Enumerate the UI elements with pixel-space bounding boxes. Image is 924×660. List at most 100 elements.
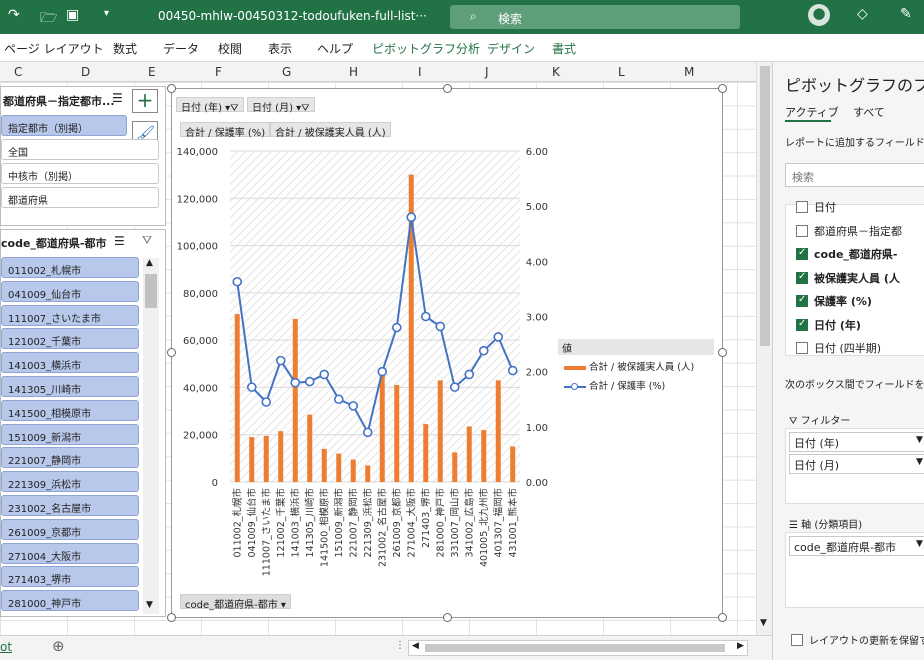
slicer-prefecture[interactable]: 都道府県－指定都市... ☰ + 🖌 指定都市（別掲） 全国 中核市（別掲） 都… — [0, 86, 166, 226]
slicer-item[interactable]: 121002_千葉市 — [1, 328, 139, 350]
tab-format[interactable]: 書式 — [552, 40, 576, 57]
open-folder-icon[interactable]: 🗁 — [40, 7, 57, 31]
more-icon[interactable]: ⋮ — [395, 640, 405, 651]
add-icon[interactable]: + — [132, 89, 158, 113]
field-list[interactable]: 日付都道府県－指定都 code_都道府県- 被保護実人員 (人保護率 (%) 日付 (… — [785, 201, 924, 356]
resize-handle[interactable] — [167, 84, 176, 93]
slicer-item[interactable]: 中核市（別掲） — [1, 163, 159, 184]
slicer-item[interactable]: 都道府県 — [1, 187, 159, 208]
field-item[interactable]: 日付 (四半期) — [796, 340, 881, 360]
filter-field-year[interactable]: 日付 (年) ▼ — [789, 432, 924, 452]
save-icon[interactable]: ▣ — [66, 7, 79, 23]
slicer-item[interactable]: 141003_横浜市 — [1, 352, 139, 374]
slicer-item[interactable]: 271004_大阪市 — [1, 542, 139, 564]
legend-item-line[interactable]: 合計 / 保護率 (%) — [564, 378, 665, 392]
column-header[interactable]: G — [282, 65, 291, 79]
slicer-item[interactable]: 041009_仙台市 — [1, 280, 139, 302]
field-checkbox[interactable] — [796, 318, 808, 331]
slicer-item[interactable]: 指定都市（別掲） — [1, 115, 127, 136]
field-item[interactable]: 被保護実人員 (人 — [796, 270, 900, 290]
scroll-up-icon[interactable]: ▲ — [146, 258, 153, 268]
column-header[interactable]: I — [418, 65, 422, 79]
resize-handle[interactable] — [167, 348, 176, 357]
slicer-item[interactable]: 271403_堺市 — [1, 566, 139, 588]
scroll-left-icon[interactable]: ◀ — [412, 641, 419, 651]
field-item[interactable]: 日付 (年) — [796, 317, 861, 337]
column-header[interactable]: E — [148, 65, 156, 79]
scroll-down-icon[interactable]: ▼ — [760, 618, 767, 628]
field-search-input[interactable]: 検索 — [785, 163, 924, 187]
column-header[interactable]: F — [215, 65, 222, 79]
multi-select-icon[interactable]: ☰ — [114, 234, 125, 248]
column-header[interactable]: J — [485, 65, 489, 79]
legend-item-bar[interactable]: 合計 / 被保護実人員 (人) — [564, 359, 694, 373]
column-header[interactable]: K — [552, 65, 560, 79]
slicer-item[interactable]: 261009_京都市 — [1, 518, 139, 540]
field-checkbox[interactable] — [796, 271, 808, 284]
tab-active[interactable]: アクティブ — [785, 104, 839, 120]
field-checkbox[interactable] — [796, 224, 808, 237]
defer-update[interactable]: レイアウトの更新を保留す — [791, 632, 924, 647]
scroll-thumb[interactable] — [760, 66, 770, 346]
slicer-code-city[interactable]: code_都道府県-都市 ☰ ⛛ 011002_札幌市 041009_仙台市 111… — [0, 229, 166, 617]
field-checkbox[interactable] — [796, 294, 808, 307]
slicer-item[interactable]: 011002_札幌市 — [1, 257, 139, 278]
multi-select-icon[interactable]: ☰ — [112, 91, 123, 105]
resize-handle[interactable] — [718, 613, 727, 622]
slicer-item[interactable]: 111007_さいたま市 — [1, 304, 139, 326]
axis-field-button[interactable]: code_都道府県-都市 ▾ — [180, 594, 291, 611]
field-item[interactable]: 都道府県－指定都 — [796, 223, 902, 243]
account-avatar-icon[interactable]: ● — [808, 4, 830, 26]
customize-toolbar-icon[interactable]: ▾ — [104, 8, 109, 19]
sheet-tab[interactable]: ot — [0, 640, 12, 654]
tab-review[interactable]: 校閲 — [218, 40, 242, 57]
scroll-thumb[interactable] — [425, 644, 725, 652]
field-checkbox[interactable] — [796, 247, 808, 260]
slicer-item[interactable]: 221007_静岡市 — [1, 447, 139, 469]
premium-diamond-icon[interactable]: ◇ — [857, 6, 868, 22]
axis-field[interactable]: code_都道府県-都市 ▼ — [789, 536, 924, 556]
tab-help[interactable]: ヘルプ — [317, 40, 353, 57]
dropdown-arrow-icon[interactable]: ▼ — [916, 539, 923, 549]
tab-page-layout[interactable]: ページ レイアウト — [4, 40, 104, 57]
field-item[interactable]: 日付 — [796, 199, 836, 219]
resize-handle[interactable] — [718, 84, 727, 93]
filter-field-month[interactable]: 日付 (月) ▼ — [789, 454, 924, 474]
field-item[interactable]: 保護率 (%) — [796, 293, 872, 313]
scroll-thumb[interactable] — [145, 274, 157, 308]
slicer-scrollbar[interactable]: ▲ ▼ — [143, 258, 159, 614]
slicer-item[interactable]: 221309_浜松市 — [1, 471, 139, 493]
tab-data[interactable]: データ — [163, 40, 199, 57]
pivot-chart[interactable]: 日付 (年) ▾⛛ 日付 (月) ▾⛛ 合計 / 保護率 (%) 合計 / 被保… — [167, 84, 727, 622]
slicer-item[interactable]: 141305_川崎市 — [1, 376, 139, 397]
slicer-item[interactable]: 281000_神戸市 — [1, 590, 139, 612]
tab-view[interactable]: 表示 — [268, 40, 292, 57]
field-checkbox[interactable] — [796, 342, 808, 354]
dropdown-arrow-icon[interactable]: ▼ — [916, 457, 923, 467]
dropdown-arrow-icon[interactable]: ▼ — [916, 435, 923, 445]
resize-handle[interactable] — [167, 613, 176, 622]
slicer-item[interactable]: 151009_新潟市 — [1, 423, 139, 445]
column-header[interactable]: L — [618, 65, 625, 79]
slicer-item[interactable]: 全国 — [1, 139, 159, 160]
redo-icon[interactable]: ↷ — [8, 7, 20, 23]
resize-handle[interactable] — [443, 84, 452, 93]
tab-pivotchart-analyze[interactable]: ピボットグラフ分析 — [372, 40, 480, 57]
horizontal-scrollbar[interactable]: ◀ ▶ — [408, 640, 748, 656]
tab-formulas[interactable]: 数式 — [113, 40, 137, 57]
slicer-item[interactable]: 231002_名古屋市 — [1, 495, 139, 516]
column-header[interactable]: C — [14, 65, 22, 79]
clear-filter-icon[interactable]: ⛛ — [142, 233, 152, 248]
column-header[interactable]: M — [684, 65, 694, 79]
scroll-right-icon[interactable]: ▶ — [737, 641, 744, 651]
checkbox[interactable] — [791, 634, 803, 646]
column-header[interactable]: H — [349, 65, 358, 79]
tab-design[interactable]: デザイン — [487, 40, 535, 57]
add-sheet-icon[interactable]: ⊕ — [52, 637, 65, 655]
search-box[interactable]: ⌕ 検索 — [450, 5, 740, 29]
pen-icon[interactable]: ✎ — [900, 6, 912, 22]
field-item[interactable]: code_都道府県- — [796, 246, 897, 266]
tab-all[interactable]: すべて — [853, 104, 885, 120]
vertical-scrollbar[interactable]: ▼ — [756, 62, 772, 635]
resize-handle[interactable] — [718, 348, 727, 357]
